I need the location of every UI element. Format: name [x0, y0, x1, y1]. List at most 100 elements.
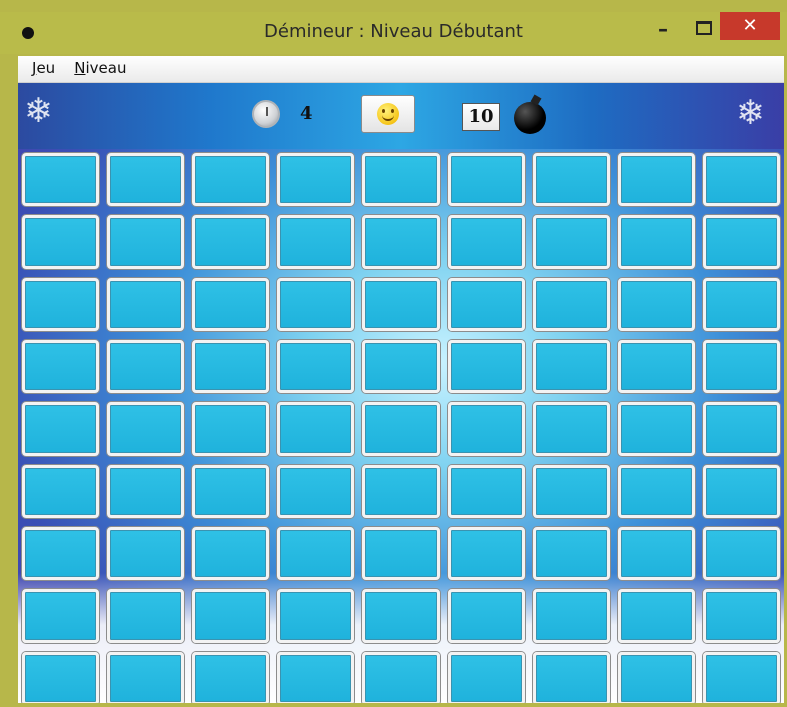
minefield-cell[interactable] — [617, 215, 695, 269]
minefield-cell[interactable] — [22, 339, 100, 394]
minefield-cell[interactable] — [277, 339, 355, 394]
minefield-cell[interactable] — [362, 464, 440, 518]
menu-niveau-label-rest: iveau — [85, 59, 127, 77]
snowflake-decoration: ❄ — [736, 93, 765, 133]
menu-jeu[interactable]: Jeu — [32, 59, 55, 77]
minefield-cell[interactable] — [277, 651, 355, 703]
minefield-cell[interactable] — [532, 402, 610, 456]
minefield-cell[interactable] — [702, 651, 780, 703]
minefield-cell[interactable] — [192, 402, 270, 456]
minefield-cell[interactable] — [447, 526, 525, 581]
close-button[interactable]: ✕ — [720, 12, 780, 40]
minefield-cell[interactable] — [617, 402, 695, 456]
snowflake-decoration: ❄ — [24, 91, 53, 131]
minefield-cell[interactable] — [277, 277, 355, 331]
minefield-cell[interactable] — [532, 526, 610, 581]
minefield-cell[interactable] — [702, 215, 780, 269]
minesweeper-window: Démineur : Niveau Débutant – ✕ Jeu Nivea… — [0, 0, 787, 707]
bomb-icon — [514, 102, 546, 134]
minefield-cell[interactable] — [192, 651, 270, 703]
menu-niveau[interactable]: Niveau — [74, 59, 126, 77]
minefield-cell[interactable] — [362, 339, 440, 394]
minefield-cell[interactable] — [277, 526, 355, 581]
minefield-cell[interactable] — [22, 464, 100, 518]
minefield-cell[interactable] — [107, 589, 185, 643]
minefield-cell[interactable] — [532, 464, 610, 518]
minefield-cell[interactable] — [192, 153, 270, 207]
minefield-cell[interactable] — [447, 339, 525, 394]
minefield-cell[interactable] — [532, 215, 610, 269]
minefield-cell[interactable] — [22, 277, 100, 331]
minefield-cell[interactable] — [532, 339, 610, 394]
minefield-cell[interactable] — [22, 589, 100, 643]
minefield-cell[interactable] — [362, 651, 440, 703]
minefield-cell[interactable] — [447, 651, 525, 703]
minefield-cell[interactable] — [532, 277, 610, 331]
minefield-cell[interactable] — [107, 651, 185, 703]
minefield-cell[interactable] — [107, 153, 185, 207]
minefield-cell[interactable] — [277, 215, 355, 269]
minefield-cell[interactable] — [362, 277, 440, 331]
menu-jeu-label-rest: eu — [36, 59, 56, 77]
minefield-cell[interactable] — [22, 153, 100, 207]
minefield-cell[interactable] — [447, 277, 525, 331]
mine-counter: 10 — [462, 103, 500, 131]
minefield-cell[interactable] — [107, 339, 185, 394]
minefield-cell[interactable] — [702, 153, 780, 207]
minefield-cell[interactable] — [447, 215, 525, 269]
minefield-cell[interactable] — [617, 651, 695, 703]
minefield-cell[interactable] — [107, 526, 185, 581]
minefield-cell[interactable] — [192, 589, 270, 643]
minefield-cell[interactable] — [702, 589, 780, 643]
minefield-cell[interactable] — [617, 339, 695, 394]
minefield-cell[interactable] — [617, 526, 695, 581]
minefield-cell[interactable] — [22, 651, 100, 703]
minefield-cell[interactable] — [702, 526, 780, 581]
minefield-cell[interactable] — [532, 589, 610, 643]
minefield-grid — [22, 153, 782, 703]
minimize-button[interactable]: – — [646, 18, 680, 44]
minefield-cell[interactable] — [107, 464, 185, 518]
minefield-cell[interactable] — [702, 402, 780, 456]
minefield-cell[interactable] — [277, 464, 355, 518]
maximize-button[interactable] — [686, 18, 720, 44]
minefield-cell[interactable] — [277, 589, 355, 643]
minefield-cell[interactable] — [107, 277, 185, 331]
status-header: ❄ ❄ 4 10 — [18, 83, 784, 149]
minefield-cell[interactable] — [362, 153, 440, 207]
minefield-cell[interactable] — [617, 589, 695, 643]
minefield-cell[interactable] — [447, 402, 525, 456]
minefield-cell[interactable] — [617, 153, 695, 207]
minefield-cell[interactable] — [107, 402, 185, 456]
minefield-cell[interactable] — [447, 464, 525, 518]
minefield-cell[interactable] — [192, 277, 270, 331]
minefield-cell[interactable] — [532, 651, 610, 703]
minefield-cell[interactable] — [447, 589, 525, 643]
minefield-cell[interactable] — [22, 215, 100, 269]
title-bar[interactable]: Démineur : Niveau Débutant – ✕ — [0, 12, 787, 54]
minefield-cell[interactable] — [362, 215, 440, 269]
smiley-icon — [377, 103, 399, 125]
minefield-cell[interactable] — [107, 215, 185, 269]
minefield-cell[interactable] — [277, 402, 355, 456]
minefield-cell[interactable] — [532, 153, 610, 207]
minefield-cell[interactable] — [702, 277, 780, 331]
minefield-cell[interactable] — [362, 526, 440, 581]
minefield-cell[interactable] — [192, 339, 270, 394]
minefield-cell[interactable] — [617, 464, 695, 518]
minefield-cell[interactable] — [192, 215, 270, 269]
minefield-cell[interactable] — [22, 526, 100, 581]
minefield-cell[interactable] — [192, 464, 270, 518]
minefield-cell[interactable] — [277, 153, 355, 207]
minefield-cell[interactable] — [617, 277, 695, 331]
elapsed-time: 4 — [300, 103, 313, 124]
maximize-icon — [696, 21, 712, 35]
minefield-cell[interactable] — [192, 526, 270, 581]
minefield-cell[interactable] — [447, 153, 525, 207]
minefield-cell[interactable] — [362, 589, 440, 643]
minefield-cell[interactable] — [702, 464, 780, 518]
minefield-cell[interactable] — [362, 402, 440, 456]
minefield-cell[interactable] — [22, 402, 100, 456]
minefield-cell[interactable] — [702, 339, 780, 394]
new-game-button[interactable] — [361, 95, 415, 133]
